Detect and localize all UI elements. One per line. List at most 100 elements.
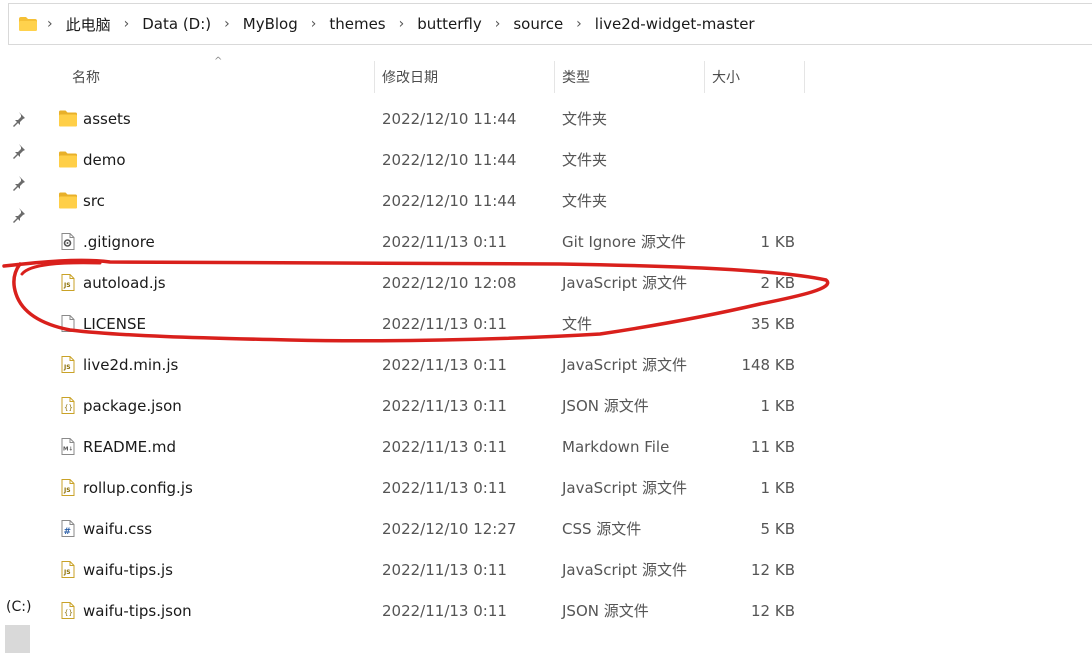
breadcrumb-item[interactable]: MyBlog	[243, 15, 298, 33]
file-type: 文件夹	[562, 192, 608, 210]
file-name: LICENSE	[83, 314, 146, 333]
scrollbar-thumb[interactable]	[5, 625, 30, 653]
json-file-icon: {}	[61, 397, 75, 414]
pin-icon[interactable]	[10, 143, 26, 159]
file-size	[695, 180, 795, 221]
file-row[interactable]: {} package.json 2022/11/13 0:11 JSON 源文件 1 K…	[55, 385, 815, 426]
column-divider[interactable]	[704, 61, 705, 93]
file-type: JavaScript 源文件	[562, 479, 687, 497]
file-type: JSON 源文件	[562, 602, 649, 620]
file-type: JSON 源文件	[562, 397, 649, 415]
file-row[interactable]: JS autoload.js 2022/12/10 12:08 JavaScript …	[55, 262, 815, 303]
svg-text:#: #	[64, 527, 72, 537]
navigation-pane[interactable]	[0, 60, 32, 656]
blank-file-icon	[61, 315, 75, 332]
pin-icon[interactable]	[10, 175, 26, 191]
modified-date: 2022/11/13 0:11	[382, 232, 507, 251]
breadcrumb-item[interactable]: Data (D:)	[142, 15, 211, 33]
file-size: 5 KB	[760, 519, 795, 538]
pin-icon[interactable]	[10, 111, 26, 127]
breadcrumb: › 此电脑 › Data (D:) › MyBlog › themes › butterfly › s…	[37, 14, 755, 35]
folder-icon	[59, 151, 77, 168]
pin-icon[interactable]	[10, 207, 26, 223]
file-type: 文件夹	[562, 110, 608, 128]
file-name: waifu.css	[83, 519, 153, 538]
file-row[interactable]: {} waifu-tips.json 2022/11/13 0:11 JSON 源文件…	[55, 590, 815, 631]
js-file-icon: JS	[61, 356, 75, 373]
column-divider[interactable]	[804, 61, 805, 93]
file-name: autoload.js	[83, 273, 166, 292]
file-type: 文件夹	[562, 151, 608, 169]
column-divider[interactable]	[374, 61, 375, 93]
gear-file-icon	[61, 233, 75, 250]
file-name: src	[83, 191, 105, 210]
svg-text:{}: {}	[64, 404, 73, 412]
file-row[interactable]: LICENSE 2022/11/13 0:11 文件 35 KB	[55, 303, 815, 344]
column-header-date[interactable]: 修改日期	[382, 61, 552, 93]
file-type: 文件	[562, 315, 593, 333]
folder-icon	[19, 17, 37, 31]
modified-date: 2022/11/13 0:11	[382, 601, 507, 620]
column-divider[interactable]	[554, 61, 555, 93]
modified-date: 2022/11/13 0:11	[382, 355, 507, 374]
column-header-label: 名称	[72, 70, 100, 86]
file-name: demo	[83, 150, 126, 169]
chevron-right-icon[interactable]: ›	[576, 16, 582, 32]
modified-date: 2022/12/10 11:44	[382, 150, 517, 169]
address-bar[interactable]: › 此电脑 › Data (D:) › MyBlog › themes › butterfly › s…	[8, 3, 1092, 45]
column-header-name[interactable]: 名称	[72, 61, 372, 93]
markdown-file-icon: M↓	[61, 438, 75, 455]
file-size: 2 KB	[760, 273, 795, 292]
breadcrumb-item[interactable]: live2d-widget-master	[595, 15, 755, 33]
file-size: 35 KB	[751, 314, 795, 333]
breadcrumb-item[interactable]: 此电脑	[66, 14, 111, 35]
file-type: Git Ignore 源文件	[562, 233, 686, 251]
modified-date: 2022/11/13 0:11	[382, 314, 507, 333]
chevron-right-icon[interactable]: ›	[224, 16, 230, 32]
file-row[interactable]: .gitignore 2022/11/13 0:11 Git Ignore 源文件 1…	[55, 221, 815, 262]
file-row[interactable]: JS rollup.config.js 2022/11/13 0:11 JavaScr…	[55, 467, 815, 508]
json-file-icon: {}	[61, 602, 75, 619]
file-row[interactable]: JS waifu-tips.js 2022/11/13 0:11 JavaScript…	[55, 549, 815, 590]
modified-date: 2022/12/10 12:27	[382, 519, 517, 538]
breadcrumb-item[interactable]: themes	[329, 15, 385, 33]
svg-text:JS: JS	[63, 282, 71, 289]
modified-date: 2022/11/13 0:11	[382, 560, 507, 579]
breadcrumb-item[interactable]: source	[513, 15, 563, 33]
chevron-right-icon[interactable]: ›	[124, 16, 130, 32]
modified-date: 2022/12/10 12:08	[382, 273, 517, 292]
file-name: .gitignore	[83, 232, 155, 251]
chevron-right-icon[interactable]: ›	[399, 16, 405, 32]
modified-date: 2022/12/10 11:44	[382, 109, 517, 128]
file-size: 1 KB	[760, 232, 795, 251]
svg-text:{}: {}	[64, 609, 73, 617]
js-file-icon: JS	[61, 561, 75, 578]
file-size: 148 KB	[741, 355, 795, 374]
column-header-label: 类型	[562, 70, 590, 86]
file-row[interactable]: JS live2d.min.js 2022/11/13 0:11 JavaScript…	[55, 344, 815, 385]
file-row[interactable]: demo 2022/12/10 11:44 文件夹	[55, 139, 815, 180]
file-row[interactable]: M↓ README.md 2022/11/13 0:11 Markdown File 1…	[55, 426, 815, 467]
modified-date: 2022/11/13 0:11	[382, 437, 507, 456]
breadcrumb-item[interactable]: butterfly	[417, 15, 482, 33]
chevron-right-icon[interactable]: ›	[47, 16, 53, 32]
modified-date: 2022/11/13 0:11	[382, 478, 507, 497]
file-size: 12 KB	[751, 601, 795, 620]
column-header-label: 大小	[712, 70, 740, 86]
file-size	[695, 98, 795, 139]
chevron-right-icon[interactable]: ›	[311, 16, 317, 32]
file-name: README.md	[83, 437, 177, 456]
file-name: waifu-tips.js	[83, 560, 173, 579]
file-name: waifu-tips.json	[83, 601, 192, 620]
column-header-type[interactable]: 类型	[562, 61, 702, 93]
folder-icon	[59, 110, 77, 127]
file-row[interactable]: src 2022/12/10 11:44 文件夹	[55, 180, 815, 221]
column-header-size[interactable]: 大小	[712, 61, 802, 93]
chevron-right-icon[interactable]: ›	[495, 16, 501, 32]
svg-text:JS: JS	[63, 569, 71, 576]
drive-label[interactable]: (C:)	[6, 599, 31, 615]
file-row[interactable]: # waifu.css 2022/12/10 12:27 CSS 源文件 5 KB	[55, 508, 815, 549]
modified-date: 2022/11/13 0:11	[382, 396, 507, 415]
file-row[interactable]: assets 2022/12/10 11:44 文件夹	[55, 98, 815, 139]
file-type: Markdown File	[562, 437, 670, 456]
